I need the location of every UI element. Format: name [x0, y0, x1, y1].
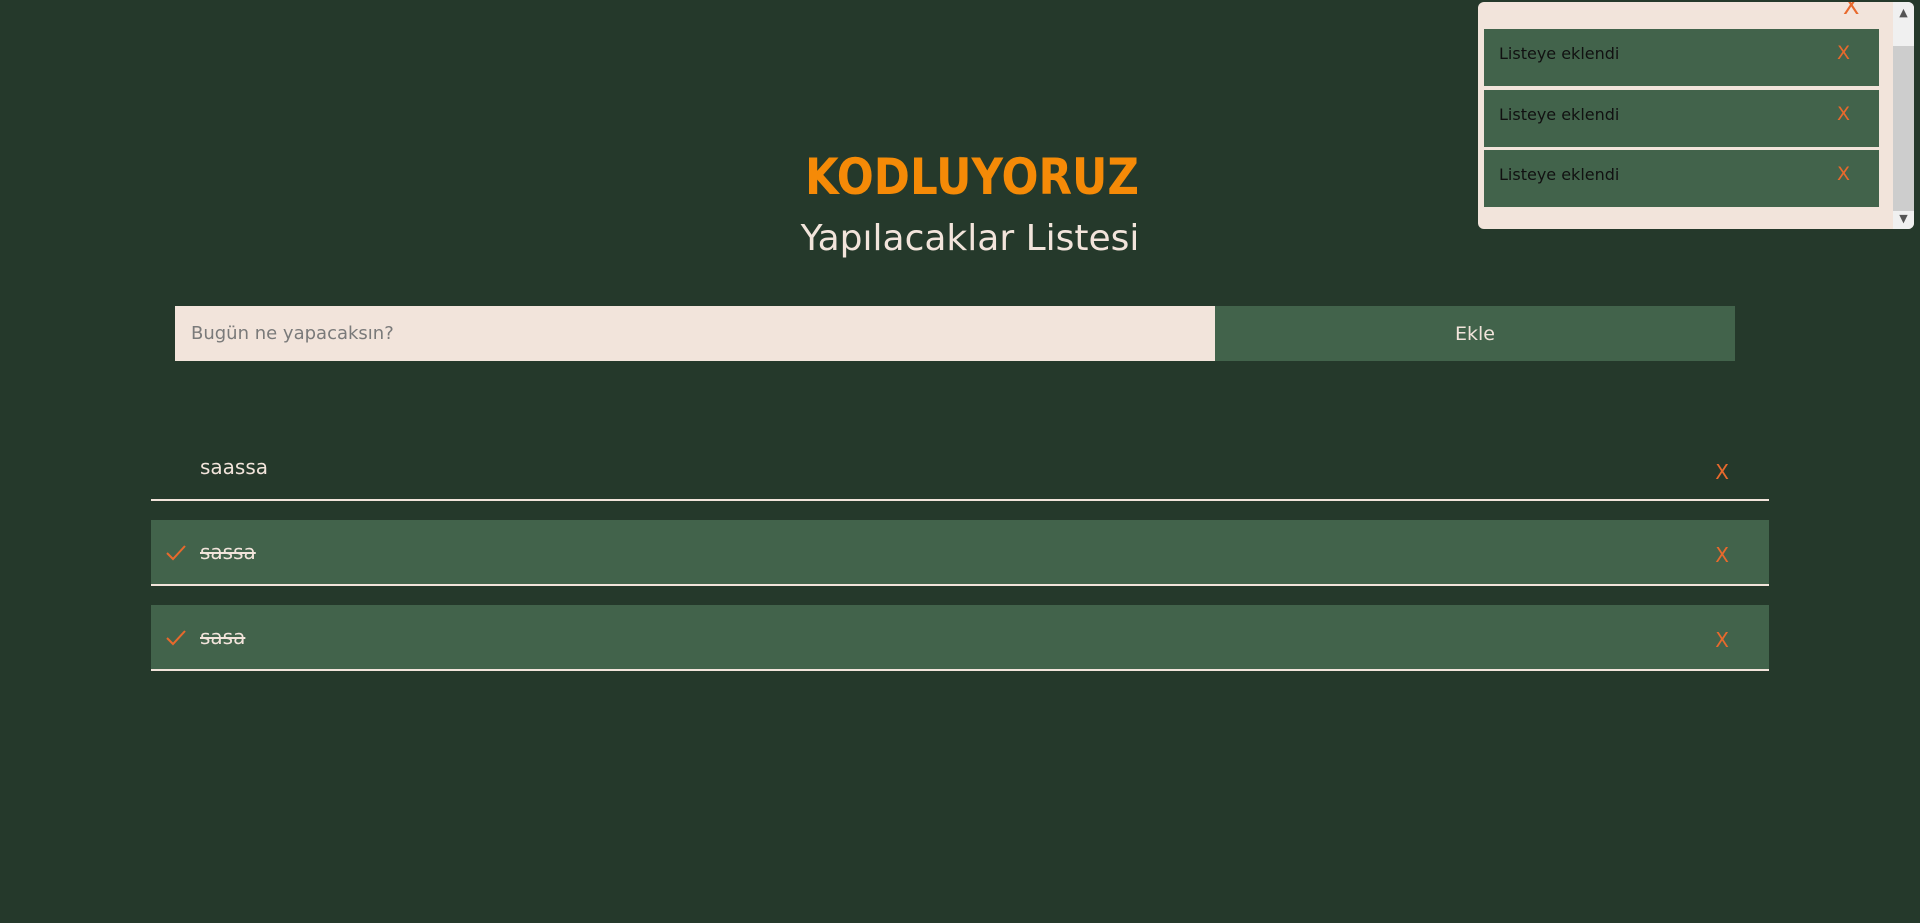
delete-button[interactable]: X [1715, 460, 1729, 484]
todo-item[interactable]: saassa X [151, 441, 1769, 501]
todo-text: saassa [200, 455, 269, 479]
toast-item: Listeye eklendi X [1484, 90, 1879, 147]
toast-close-all-button[interactable]: X [1843, 2, 1859, 20]
toast-close-button[interactable]: X [1837, 163, 1850, 185]
todo-text: sasa [200, 625, 246, 649]
toast-close-button[interactable]: X [1837, 103, 1850, 125]
scroll-down-icon[interactable]: ▼ [1893, 212, 1914, 225]
scrollbar[interactable]: ▲ ▼ [1893, 2, 1914, 229]
toast-item: Listeye eklendi X [1484, 29, 1879, 86]
toast-panel: X Listeye eklendi X Listeye eklendi X Li… [1478, 2, 1914, 229]
todo-item[interactable]: sasa X [151, 605, 1769, 671]
toast-text: Listeye eklendi [1499, 105, 1620, 124]
check-icon [166, 630, 186, 646]
kodluyoruz-logo: KODLUYORUZ [805, 150, 1139, 200]
scrollbar-thumb[interactable] [1893, 46, 1914, 211]
svg-text:KODLUYORUZ: KODLUYORUZ [805, 150, 1139, 200]
check-icon [166, 545, 186, 561]
scroll-up-icon[interactable]: ▲ [1893, 6, 1914, 19]
toast-text: Listeye eklendi [1499, 165, 1620, 184]
delete-button[interactable]: X [1715, 543, 1729, 567]
delete-button[interactable]: X [1715, 628, 1729, 652]
todo-text: sassa [200, 540, 256, 564]
toast-item: Listeye eklendi X [1484, 150, 1879, 207]
toast-close-button[interactable]: X [1837, 42, 1850, 64]
add-button[interactable]: Ekle [1215, 306, 1735, 361]
toast-text: Listeye eklendi [1499, 44, 1620, 63]
todo-item[interactable]: sassa X [151, 520, 1769, 586]
todo-input[interactable] [175, 306, 1215, 361]
